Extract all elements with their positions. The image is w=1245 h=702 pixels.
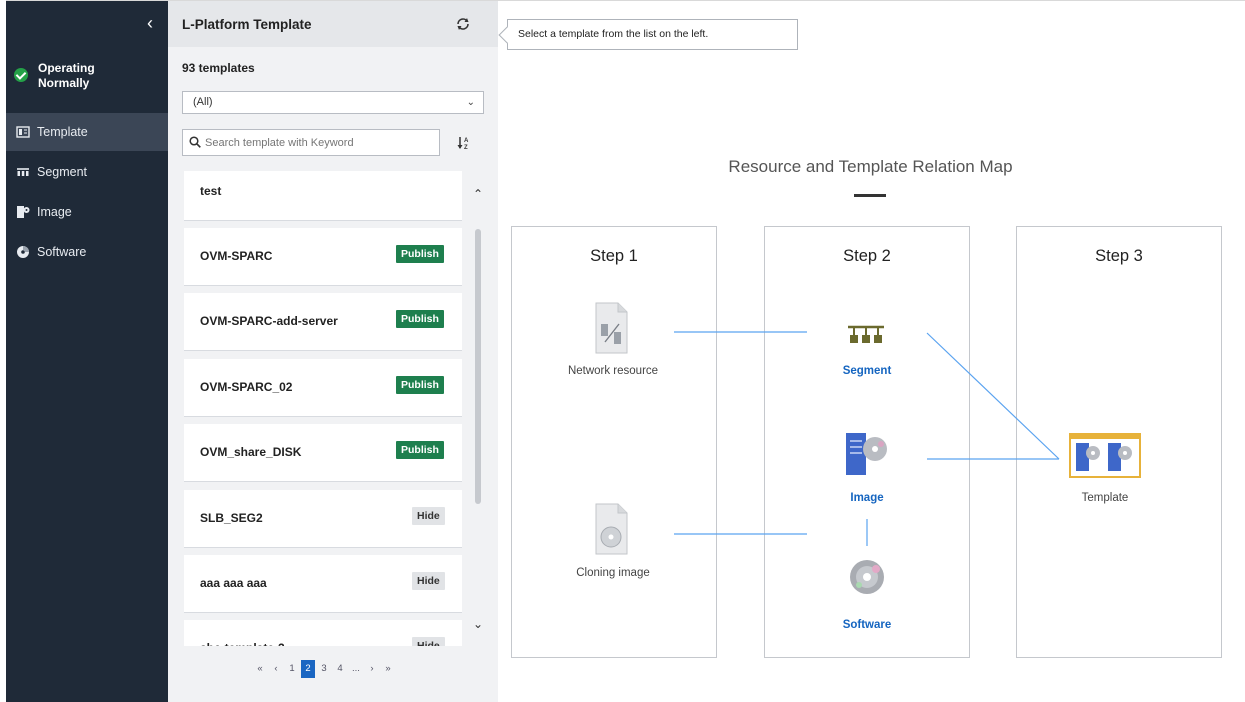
svg-text:A: A bbox=[464, 138, 469, 144]
page-3-button[interactable]: 3 bbox=[317, 660, 331, 678]
template-count: 93 templates bbox=[182, 61, 255, 75]
step-title: Step 3 bbox=[1095, 247, 1143, 265]
segment-icon bbox=[16, 165, 30, 179]
last-page-button[interactable]: » bbox=[381, 660, 395, 678]
check-circle-icon bbox=[14, 68, 28, 82]
template-icon bbox=[16, 125, 30, 139]
cloning-image-icon bbox=[595, 503, 628, 555]
page-ellipsis: ... bbox=[352, 663, 360, 674]
search-box bbox=[182, 129, 440, 156]
status-badge: Publish bbox=[396, 310, 444, 328]
scrollbar-thumb[interactable] bbox=[475, 229, 481, 504]
sidebar-item-image[interactable]: Image bbox=[6, 193, 168, 231]
collapse-sidebar-button[interactable]: ‹ bbox=[142, 13, 158, 33]
category-filter-select[interactable]: (All) ⌄ bbox=[182, 91, 484, 114]
page-2-button[interactable]: 2 bbox=[301, 660, 315, 678]
first-page-button[interactable]: « bbox=[253, 660, 267, 678]
template-name: OVM-SPARC_02 bbox=[200, 380, 293, 394]
image-link[interactable]: Image bbox=[817, 492, 917, 504]
sidebar-item-label: Image bbox=[37, 205, 72, 219]
software-link[interactable]: Software bbox=[817, 619, 917, 631]
template-item[interactable]: SLB_SEG2 Hide bbox=[184, 490, 462, 548]
status-badge: Hide bbox=[412, 572, 445, 590]
sidebar-item-label: Template bbox=[37, 125, 88, 139]
template-name: SLB_SEG2 bbox=[200, 511, 263, 525]
step-title: Step 1 bbox=[590, 247, 638, 265]
panel-title: L-Platform Template bbox=[182, 17, 312, 32]
status-badge: Hide bbox=[412, 637, 445, 646]
filter-value: (All) bbox=[193, 96, 213, 108]
template-name: OVM_share_DISK bbox=[200, 445, 302, 459]
next-page-button[interactable]: › bbox=[365, 660, 379, 678]
search-input[interactable] bbox=[205, 132, 435, 153]
image-icon bbox=[16, 205, 30, 219]
template-name: OVM-SPARC bbox=[200, 249, 273, 263]
template-item[interactable]: OVM-SPARC-add-server Publish bbox=[184, 293, 462, 351]
step-title: Step 2 bbox=[843, 247, 891, 265]
template-list-panel: L-Platform Template 93 templates (All) ⌄… bbox=[168, 1, 498, 702]
software-node-icon bbox=[850, 560, 884, 594]
title-underline bbox=[854, 194, 886, 197]
sidebar-item-software[interactable]: Software bbox=[6, 233, 168, 271]
template-list: test OVM-SPARC Publish OVM-SPARC-add-ser… bbox=[184, 171, 462, 646]
status-badge: Publish bbox=[396, 441, 444, 459]
prev-page-button[interactable]: ‹ bbox=[269, 660, 283, 678]
panel-header: L-Platform Template bbox=[168, 1, 498, 47]
sort-button[interactable]: AZ bbox=[456, 134, 474, 152]
template-name: test bbox=[200, 184, 222, 198]
sidebar-item-label: Segment bbox=[37, 165, 88, 179]
template-item[interactable]: OVM-SPARC Publish bbox=[184, 228, 462, 286]
page-4-button[interactable]: 4 bbox=[333, 660, 347, 678]
map-title: Resource and Template Relation Map bbox=[728, 157, 1013, 176]
step-1-box: Step 1 bbox=[511, 226, 717, 658]
chevron-up-icon[interactable]: ⌃ bbox=[470, 187, 486, 201]
refresh-icon bbox=[457, 18, 469, 30]
template-item[interactable]: abc-template-2 Hide bbox=[184, 620, 462, 646]
system-status: Operating Normally bbox=[14, 61, 164, 101]
template-node-icon bbox=[1069, 433, 1141, 478]
template-name: abc-template-2 bbox=[200, 641, 285, 646]
sidebar-item-template[interactable]: Template bbox=[6, 113, 168, 151]
sidebar-item-segment[interactable]: Segment bbox=[6, 153, 168, 191]
segment-link[interactable]: Segment bbox=[817, 365, 917, 377]
page-1-button[interactable]: 1 bbox=[285, 660, 299, 678]
software-icon bbox=[16, 245, 30, 259]
chevron-down-icon: ⌄ bbox=[466, 97, 475, 108]
network-resource-label: Network resource bbox=[567, 365, 659, 377]
template-item[interactable]: OVM-SPARC_02 Publish bbox=[184, 359, 462, 417]
status-badge: Publish bbox=[396, 376, 444, 394]
template-label: Template bbox=[1081, 492, 1129, 504]
status-badge: Publish bbox=[396, 245, 444, 263]
network-resource-icon bbox=[595, 302, 628, 354]
refresh-button[interactable] bbox=[454, 15, 472, 33]
image-node-icon bbox=[846, 433, 887, 475]
chevron-left-icon: ‹ bbox=[147, 13, 153, 33]
segment-node-icon bbox=[848, 325, 884, 343]
template-item[interactable]: aaa aaa aaa Hide bbox=[184, 555, 462, 613]
cloning-image-label: Cloning image bbox=[576, 567, 650, 579]
pagination: « ‹ 1 2 3 4 ... › » bbox=[184, 658, 464, 680]
status-badge: Hide bbox=[412, 507, 445, 525]
list-scrollbar[interactable]: ⌃ ⌄ bbox=[470, 179, 486, 631]
template-name: aaa aaa aaa bbox=[200, 576, 267, 590]
search-icon bbox=[189, 136, 201, 148]
status-text: Operating Normally bbox=[38, 61, 95, 90]
template-name: OVM-SPARC-add-server bbox=[200, 314, 338, 328]
hint-tooltip: Select a template from the list on the l… bbox=[507, 19, 798, 50]
template-item[interactable]: test bbox=[184, 171, 462, 221]
template-item[interactable]: OVM_share_DISK Publish bbox=[184, 424, 462, 482]
sidebar: ‹ Operating Normally Template Segment Im… bbox=[6, 1, 168, 702]
sort-az-icon: AZ bbox=[457, 137, 469, 151]
chevron-down-icon[interactable]: ⌄ bbox=[470, 617, 486, 631]
svg-text:Z: Z bbox=[464, 145, 468, 151]
sidebar-item-label: Software bbox=[37, 245, 87, 259]
